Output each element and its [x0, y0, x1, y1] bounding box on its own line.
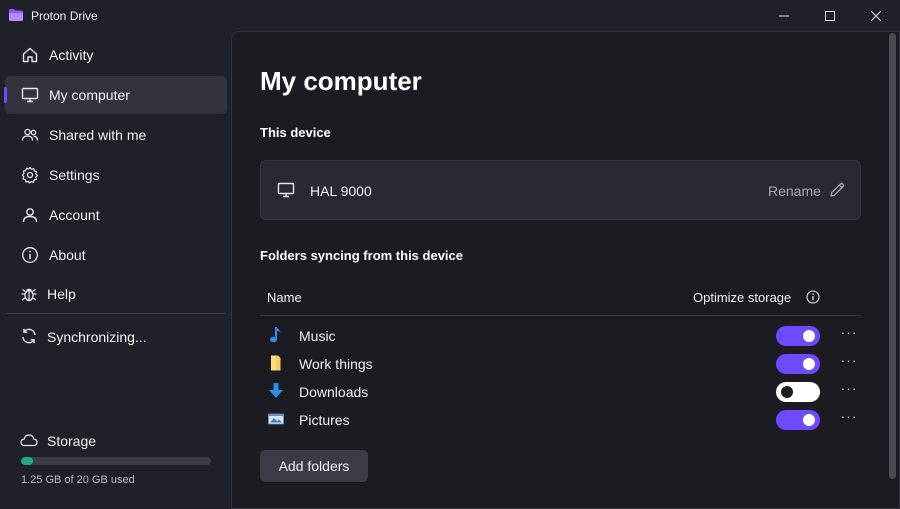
sidebar-item-label: Help	[47, 286, 76, 302]
page-title: My computer	[260, 66, 422, 96]
folder-row-music: Music ···	[260, 322, 861, 350]
close-icon	[871, 11, 881, 21]
toggle-knob	[781, 386, 793, 398]
storage-progress-bar	[21, 457, 211, 465]
info-icon[interactable]	[806, 290, 820, 304]
more-options-button[interactable]: ···	[838, 352, 860, 374]
sidebar-item-label: Shared with me	[49, 127, 147, 143]
this-device-heading: This device	[260, 125, 331, 140]
scrollbar[interactable]	[889, 33, 896, 479]
sidebar-item-my-computer[interactable]: My computer	[4, 76, 227, 114]
add-folders-button[interactable]: Add folders	[260, 450, 368, 482]
bug-icon	[21, 288, 37, 302]
sidebar-item-shared-with-me[interactable]: Shared with me	[5, 116, 227, 154]
maximize-icon	[825, 11, 835, 21]
optimize-storage-toggle[interactable]	[776, 354, 820, 374]
storage-label: Storage	[47, 433, 97, 449]
sidebar-item-settings[interactable]: Settings	[5, 156, 227, 194]
sidebar-item-activity[interactable]: Activity	[5, 36, 227, 74]
title-bar: Proton Drive	[0, 0, 900, 32]
folder-row-downloads: Downloads ···	[260, 378, 861, 406]
folder-row-pictures: Pictures ···	[260, 406, 861, 434]
folder-name: Work things	[299, 356, 373, 372]
optimize-storage-toggle[interactable]	[776, 326, 820, 346]
sidebar: Activity My computer Shared with me Sett…	[0, 32, 232, 509]
sidebar-item-label: My computer	[49, 87, 130, 103]
sidebar-item-account[interactable]: Account	[5, 196, 227, 234]
sidebar-item-label: About	[49, 247, 86, 263]
user-icon	[22, 208, 38, 223]
folder-name: Music	[299, 328, 336, 344]
active-indicator	[4, 87, 7, 103]
device-card: HAL 9000 Rename	[260, 160, 861, 220]
users-icon	[21, 128, 39, 141]
rename-button[interactable]: Rename	[768, 183, 821, 199]
optimize-storage-toggle[interactable]	[776, 410, 820, 430]
more-options-button[interactable]: ···	[838, 324, 860, 346]
monitor-icon	[21, 87, 39, 103]
proton-drive-logo-icon	[9, 9, 23, 21]
download-arrow-icon	[269, 383, 283, 398]
column-header-optimize-storage: Optimize storage	[693, 290, 792, 305]
sync-status: Synchronizing...	[5, 318, 227, 354]
table-divider	[260, 315, 861, 316]
maximize-button[interactable]	[807, 0, 853, 32]
toggle-knob	[803, 414, 815, 426]
sidebar-item-label: Account	[49, 207, 100, 223]
pencil-icon[interactable]	[828, 181, 846, 199]
optimize-storage-toggle[interactable]	[776, 382, 820, 402]
gear-icon	[21, 166, 39, 184]
folder-name: Downloads	[299, 384, 369, 400]
more-options-button[interactable]: ···	[838, 408, 860, 430]
storage-progress-fill	[21, 457, 33, 465]
device-name: HAL 9000	[310, 183, 372, 199]
more-options-button[interactable]: ···	[838, 380, 860, 402]
folder-name: Pictures	[299, 412, 350, 428]
sidebar-item-help[interactable]: Help	[5, 275, 227, 313]
monitor-icon	[277, 182, 295, 198]
storage-used-text: 1.25 GB of 20 GB used	[21, 474, 135, 486]
folders-heading: Folders syncing from this device	[260, 248, 463, 263]
home-icon	[22, 47, 38, 63]
sync-status-label: Synchronizing...	[47, 329, 147, 345]
info-icon	[22, 247, 38, 263]
music-note-icon	[270, 327, 281, 343]
sync-icon	[22, 328, 36, 344]
toggle-knob	[803, 330, 815, 342]
cloud-icon	[20, 434, 38, 447]
sidebar-item-label: Settings	[49, 167, 100, 183]
sidebar-item-label: Activity	[49, 47, 94, 63]
toggle-knob	[803, 358, 815, 370]
folder-row-work-things: Work things ···	[260, 350, 861, 378]
close-button[interactable]	[853, 0, 899, 32]
window-title: Proton Drive	[31, 9, 98, 23]
minimize-button[interactable]	[761, 0, 807, 32]
minimize-icon	[779, 15, 789, 17]
sidebar-divider	[6, 313, 226, 314]
main-panel: My computer This device HAL 9000 Rename …	[231, 31, 900, 509]
picture-icon	[268, 413, 284, 425]
folder-icon	[271, 355, 281, 371]
column-header-name: Name	[267, 290, 302, 305]
sidebar-item-about[interactable]: About	[5, 236, 227, 274]
